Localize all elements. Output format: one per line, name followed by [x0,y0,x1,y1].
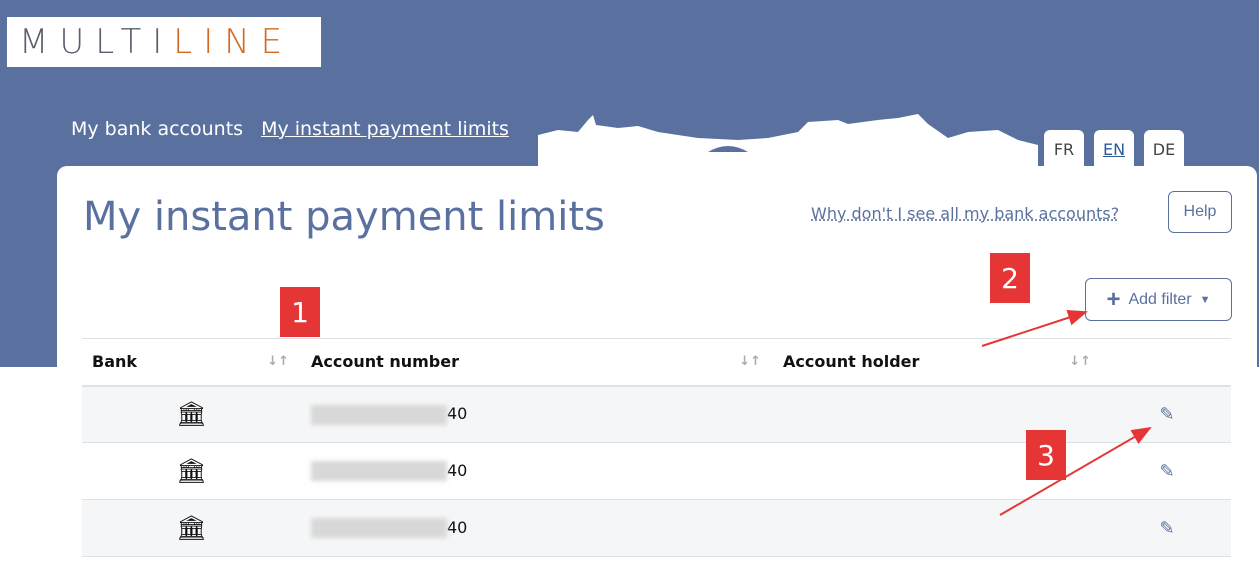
sort-icon[interactable]: ↓↑ [1069,354,1091,369]
account-number-cell: 40 [301,499,773,557]
sort-icon[interactable]: ↓↑ [267,354,289,369]
column-label-bank: Bank [92,352,138,372]
main-nav: My bank accounts My instant payment limi… [71,118,509,140]
column-header-actions [1103,338,1231,387]
bank-cell: 🏛 [82,385,301,443]
why-accounts-link[interactable]: Why don't I see all my bank accounts? [811,204,1119,223]
column-header-account-holder[interactable]: Account holder ↓↑ [773,338,1103,387]
logo-text-line: LINE [173,22,294,62]
bank-icon: 🏛 [176,400,207,429]
redacted-account-number [311,404,447,425]
account-number-cell: 40 [301,385,773,443]
account-number-cell: 40 [301,442,773,500]
annotation-badge-1: 1 [280,287,320,337]
nav-my-bank-accounts[interactable]: My bank accounts [71,118,243,140]
content-card: My instant payment limits Why don't I se… [57,166,1257,586]
annotation-badge-3: 3 [1026,430,1066,480]
account-holder-cell [773,499,1103,557]
plus-icon: + [1106,285,1121,313]
account-suffix: 40 [447,404,468,423]
logo-text-multi: MULTI [19,22,174,62]
lang-tab-de[interactable]: DE [1144,130,1184,168]
redacted-account-number [311,461,447,482]
account-suffix: 40 [447,460,468,480]
bank-icon: 🏛 [176,457,207,485]
column-label-account-holder: Account holder [783,352,920,372]
column-label-account-number: Account number [311,352,459,372]
column-header-bank[interactable]: Bank ↓↑ [82,338,301,387]
account-suffix: 40 [447,517,468,537]
sort-icon[interactable]: ↓↑ [739,354,761,369]
city-skyline-illustration [538,114,1038,168]
column-header-account-number[interactable]: Account number ↓↑ [301,338,773,387]
bank-cell: 🏛 [82,499,301,557]
redacted-account-number [311,518,447,539]
edit-icon[interactable]: ✎ [1103,442,1231,500]
multiline-logo[interactable]: MULTI LINE [7,17,321,67]
nav-instant-payment-limits[interactable]: My instant payment limits [261,118,509,140]
help-button[interactable]: Help [1168,191,1232,233]
bank-cell: 🏛 [82,442,301,500]
lang-tab-en[interactable]: EN [1094,130,1134,168]
language-tabs: FR EN DE [1044,130,1184,168]
edit-icon[interactable]: ✎ [1103,385,1231,443]
page-title: My instant payment limits [83,194,605,240]
lang-tab-fr[interactable]: FR [1044,130,1084,168]
table-row[interactable]: 🏛 40 ✎ [82,499,1231,557]
add-filter-button[interactable]: + Add filter ▼ [1085,278,1232,321]
annotation-badge-2: 2 [990,253,1030,303]
edit-icon[interactable]: ✎ [1103,499,1231,557]
add-filter-label: Add filter [1128,290,1192,308]
bank-icon: 🏛 [176,514,207,542]
caret-down-icon: ▼ [1199,293,1211,306]
